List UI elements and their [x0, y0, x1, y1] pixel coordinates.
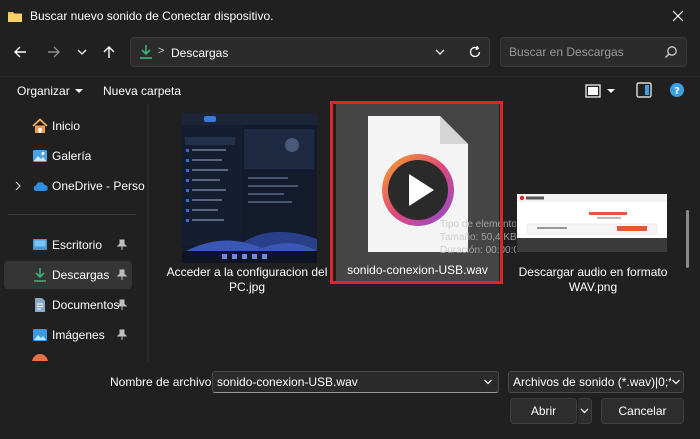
arrow-left-icon [14, 46, 26, 58]
filename-history-dropdown[interactable] [483, 377, 493, 387]
chevron-down-icon [672, 379, 680, 385]
recent-locations-button[interactable] [69, 39, 95, 65]
cancel-button-label: Cancelar [618, 404, 667, 418]
toolbar-divider [0, 76, 700, 77]
cancel-button[interactable]: Cancelar [601, 398, 684, 424]
home-icon [32, 118, 48, 133]
sidebar-item-onedrive[interactable]: OneDrive - Perso [4, 172, 145, 200]
address-bar[interactable]: > Descargas [130, 37, 490, 67]
sidebar-item-galeria[interactable]: Galería [4, 142, 132, 170]
help-icon: ? [670, 83, 684, 97]
caret-down-icon [607, 89, 615, 93]
file-name: Descargar audio en formato WAV.png [512, 265, 674, 295]
sidebar-item-label: Inicio [52, 119, 81, 133]
sidebar-scrollbar[interactable] [147, 104, 149, 362]
sidebar-item-documentos[interactable]: Documentos [4, 291, 132, 319]
cloud-icon [33, 182, 48, 191]
caret-down-icon [74, 89, 83, 93]
gallery-icon [33, 150, 47, 162]
sidebar-item-label: OneDrive - Perso [52, 179, 145, 193]
pin-icon[interactable] [117, 299, 127, 311]
filetype-value: Archivos de sonido (*.wav)|0;*.w [513, 375, 671, 389]
files-scrollbar-thumb[interactable] [686, 210, 689, 268]
search-icon [664, 45, 678, 59]
tooltip-line: Tamaño: 50,4 KB [440, 232, 516, 243]
sidebar-item-label: Galería [52, 149, 92, 163]
search-input[interactable] [509, 44, 659, 60]
refresh-icon [469, 45, 481, 58]
sidebar-item-inicio[interactable]: Inicio [4, 112, 132, 140]
window-title: Buscar nuevo sonido de Conectar disposit… [30, 9, 274, 23]
pin-icon[interactable] [117, 329, 127, 341]
file-name-line: Descargar audio en formato [518, 265, 668, 279]
sidebar-item-label: Documentos [52, 298, 120, 312]
file-name-line: PC.jpg [228, 280, 266, 294]
chevron-down-icon [435, 49, 445, 55]
navigation-pane[interactable]: Inicio Galería OneDrive - Perso Escritor… [0, 106, 145, 361]
preview-pane-button[interactable] [636, 82, 652, 98]
file-item-settings-image[interactable]: Acceder a la configuracion del PC.jpg [166, 100, 328, 300]
file-name-line: Acceder a la configuracion del [166, 265, 328, 279]
file-item-web-image[interactable]: Descargar audio en formato WAV.png [512, 100, 674, 300]
preview-pane-icon [636, 82, 652, 98]
sidebar-item-label: Descargas [52, 268, 110, 282]
address-history-dropdown[interactable] [434, 46, 446, 58]
svg-text:?: ? [674, 86, 680, 97]
arrow-right-icon [48, 46, 60, 58]
download-icon [34, 268, 46, 282]
view-options-button[interactable] [585, 81, 625, 101]
chevron-down-icon [77, 49, 87, 55]
documents-icon [35, 298, 45, 312]
file-name-line: WAV.png [568, 280, 618, 294]
open-button[interactable]: Abrir [510, 398, 577, 424]
close-icon [672, 10, 684, 22]
sidebar-item-label: Escritorio [52, 238, 103, 252]
thumbnail-web-screenshot [517, 194, 667, 252]
up-button[interactable] [96, 39, 122, 65]
help-button[interactable]: ? [669, 82, 685, 98]
sidebar-item-label: Imágenes [52, 328, 105, 342]
forward-button[interactable] [41, 39, 67, 65]
download-icon [139, 44, 153, 60]
open-button-label: Abrir [530, 404, 557, 418]
desktop-icon [33, 239, 47, 250]
filename-label: Nombre de archivo: [110, 375, 215, 389]
filename-input[interactable]: sonido-conexion-USB.wav [217, 375, 358, 389]
pin-icon[interactable] [117, 269, 127, 281]
sidebar-item-descargas[interactable]: Descargas [4, 261, 132, 289]
filetype-select[interactable]: Archivos de sonido (*.wav)|0;*.w [508, 371, 684, 393]
sidebar-item-escritorio[interactable]: Escritorio [4, 231, 132, 259]
view-mode-icon [585, 84, 601, 98]
tooltip-line: Duración: 00:00:01 [440, 245, 516, 256]
arrow-up-icon [103, 46, 115, 58]
images-icon [33, 329, 47, 341]
file-name: Acceder a la configuracion del PC.jpg [166, 265, 328, 295]
breadcrumb-separator: > [158, 45, 165, 57]
file-item-wav-selected[interactable]: Tipo de elemento: Archivo WAV Tamaño: 50… [336, 102, 516, 282]
music-icon [32, 354, 48, 361]
open-options-button[interactable] [577, 398, 592, 424]
search-box[interactable] [500, 37, 687, 67]
close-button[interactable] [656, 0, 700, 32]
new-folder-button[interactable]: Nueva carpeta [103, 84, 181, 98]
tooltip-line: Tipo de elemento: Archivo WAV [440, 219, 516, 230]
filetype-dropdown[interactable] [671, 377, 681, 387]
refresh-button[interactable] [468, 45, 482, 59]
pin-icon[interactable] [117, 239, 127, 251]
dialog-app-icon [7, 9, 23, 23]
breadcrumb-current[interactable]: Descargas [171, 46, 228, 60]
tooltip-fragment: Tipo de elemento: Archivo WAV Tamaño: 50… [440, 218, 516, 257]
organize-menu-button[interactable]: Organizar [17, 84, 83, 98]
sidebar-divider [8, 214, 136, 215]
back-button[interactable] [7, 39, 33, 65]
filename-combobox[interactable]: sonido-conexion-USB.wav [212, 371, 499, 393]
thumbnail-settings-screenshot [182, 113, 317, 263]
sidebar-item-imagenes[interactable]: Imágenes [4, 321, 132, 349]
chevron-down-icon [580, 408, 589, 414]
title-bar: Buscar nuevo sonido de Conectar disposit… [0, 0, 700, 32]
file-name: sonido-conexion-USB.wav [347, 263, 488, 277]
chevron-down-icon [484, 379, 492, 385]
organize-label: Organizar [17, 84, 70, 98]
